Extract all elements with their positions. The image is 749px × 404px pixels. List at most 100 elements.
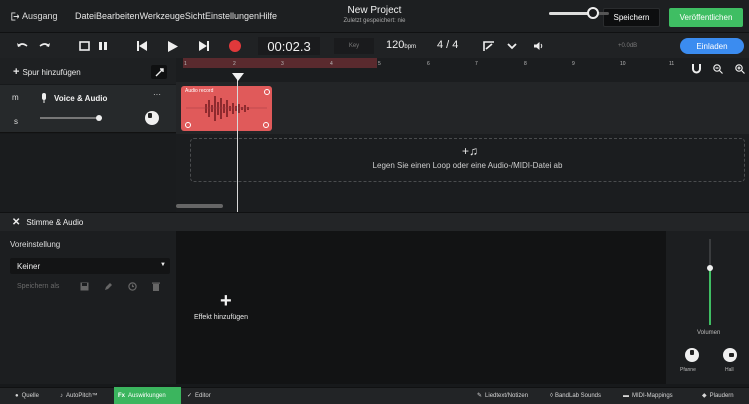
- effects-panel-title: ✕ Stimme & Audio: [12, 217, 83, 228]
- solo-button[interactable]: s: [14, 117, 18, 126]
- snap-magnet-icon[interactable]: [692, 64, 701, 76]
- track-name[interactable]: Voice & Audio: [40, 93, 107, 103]
- lyrics-tab[interactable]: ✎ Liedtext/Notizen: [477, 390, 528, 401]
- track-volume-handle[interactable]: [96, 115, 102, 121]
- chat-tab-label: Plaudern: [709, 392, 734, 399]
- loop-icon[interactable]: [78, 39, 90, 53]
- publish-button[interactable]: Veröffentlichen: [669, 8, 743, 27]
- bandlab-icon: ◊: [550, 392, 553, 399]
- chat-tab[interactable]: ◆ Plaudern: [702, 390, 734, 401]
- clip-label: Audio record: [185, 88, 214, 94]
- drop-zone-text: Legen Sie einen Loop oder eine Audio-/MI…: [372, 161, 563, 170]
- ruler-tick: 8: [524, 61, 527, 67]
- autopitch-icon: ♪: [60, 392, 63, 399]
- automation-button[interactable]: [151, 65, 167, 79]
- zoom-out-icon[interactable]: [713, 64, 723, 76]
- add-effect-icon[interactable]: +: [220, 291, 232, 311]
- clip-fade-out-icon[interactable]: [263, 122, 269, 128]
- bpm-unit: bpm: [404, 44, 417, 50]
- record-icon[interactable]: [228, 39, 241, 53]
- channel-volume-fill: [709, 267, 711, 325]
- effects-panel-title-label: Stimme & Audio: [26, 218, 84, 227]
- track-list-empty-area: [0, 134, 176, 212]
- channel-strip: [666, 231, 749, 384]
- tempo-display[interactable]: 120bpm: [386, 39, 416, 51]
- reverb-knob[interactable]: [723, 348, 737, 362]
- save-button[interactable]: Speichern: [603, 8, 660, 27]
- effects-tab-label: Auswirkungen: [128, 392, 166, 399]
- time-signature[interactable]: 4 / 4: [437, 39, 458, 51]
- floppy-disk-icon[interactable]: [80, 282, 89, 293]
- preset-sidebar: [0, 231, 176, 384]
- add-effect-label[interactable]: Effekt hinzufügen: [194, 314, 248, 321]
- midi-mappings-tab[interactable]: ▬ MIDI-Mappings: [623, 390, 673, 401]
- horizontal-scrollbar[interactable]: [176, 204, 223, 208]
- ruler-tick: 4: [330, 61, 333, 67]
- fx-icon: Fx: [118, 392, 126, 399]
- ruler-tick: 9: [572, 61, 575, 67]
- metronome-icon[interactable]: [97, 39, 109, 53]
- clip-loop-icon[interactable]: [264, 89, 270, 95]
- pan-label: Pfanne: [680, 367, 696, 373]
- key-selector[interactable]: Key: [334, 38, 374, 54]
- source-tab[interactable]: ● Quelle: [15, 390, 39, 401]
- pencil-icon: ✎: [477, 393, 483, 399]
- tuner-icon[interactable]: [482, 39, 496, 53]
- preset-label: Voreinstellung: [10, 240, 61, 249]
- pan-knob[interactable]: [685, 348, 699, 362]
- playhead-line: [237, 74, 238, 214]
- pencil-icon[interactable]: [104, 282, 113, 293]
- midi-mappings-tab-label: MIDI-Mappings: [632, 392, 673, 399]
- effects-chain-area: [176, 231, 666, 384]
- speaker-icon[interactable]: [533, 39, 543, 53]
- zoom-in-icon[interactable]: [735, 64, 745, 76]
- clip-fade-in-icon[interactable]: [185, 122, 191, 128]
- autopitch-tab[interactable]: ♪ AutoPitch™: [60, 390, 98, 401]
- track-volume-slider[interactable]: [40, 117, 102, 119]
- track-options-button[interactable]: ···: [153, 90, 161, 99]
- master-volume-knob[interactable]: [587, 7, 599, 19]
- editor-tab-label: Editor: [195, 392, 211, 399]
- channel-volume-handle[interactable]: [707, 265, 713, 271]
- history-icon[interactable]: [128, 282, 137, 293]
- playhead-handle[interactable]: [232, 73, 244, 81]
- transport-bar: 00:02.3 Key 120bpm 4 / 4 +0.0dB Einladen: [0, 33, 749, 58]
- close-icon[interactable]: ✕: [12, 217, 20, 228]
- mute-button[interactable]: m: [12, 93, 19, 102]
- microphone-icon: [42, 93, 46, 103]
- chevron-down-icon[interactable]: [506, 39, 518, 53]
- chat-icon: ◆: [702, 393, 707, 399]
- skip-forward-icon[interactable]: [198, 39, 210, 53]
- dropdown-arrow-icon: ▼: [160, 262, 166, 268]
- ruler-tick: 7: [475, 61, 478, 67]
- midi-icon: ▬: [623, 392, 629, 399]
- add-track-button[interactable]: + Spur hinzufügen: [13, 66, 81, 78]
- volume-db-readout: +0.0dB: [618, 43, 638, 49]
- microphone-icon: ●: [15, 392, 19, 399]
- autopitch-tab-label: AutoPitch™: [66, 392, 98, 399]
- time-display: 00:02.3: [258, 37, 320, 55]
- play-icon[interactable]: [167, 39, 179, 53]
- ruler-tick: 2: [233, 61, 236, 67]
- volume-label: Volumen: [697, 330, 721, 336]
- ruler-tick: 11: [669, 61, 675, 67]
- trash-icon[interactable]: [152, 282, 160, 293]
- add-music-icon: +♫: [462, 144, 479, 158]
- ruler-tick: 3: [281, 61, 284, 67]
- ruler-tick: 6: [427, 61, 430, 67]
- track-pan-knob[interactable]: [145, 111, 159, 125]
- invite-button[interactable]: Einladen: [680, 38, 744, 54]
- skip-back-icon[interactable]: [136, 39, 148, 53]
- preset-value: Keiner: [17, 262, 41, 271]
- bandlab-sounds-tab[interactable]: ◊ BandLab Sounds: [550, 390, 601, 401]
- effects-tab[interactable]: Fx Auswirkungen: [118, 390, 166, 401]
- loop-region[interactable]: [183, 58, 377, 68]
- editor-tab[interactable]: ✓ Editor: [187, 390, 211, 401]
- lyrics-tab-label: Liedtext/Notizen: [485, 392, 529, 399]
- undo-icon[interactable]: [16, 39, 28, 53]
- redo-icon[interactable]: [38, 39, 50, 53]
- ruler-tick: 1: [184, 61, 187, 67]
- save-preset-label[interactable]: Speichern als: [17, 283, 59, 290]
- source-tab-label: Quelle: [21, 392, 39, 399]
- editor-icon: ✓: [187, 393, 193, 399]
